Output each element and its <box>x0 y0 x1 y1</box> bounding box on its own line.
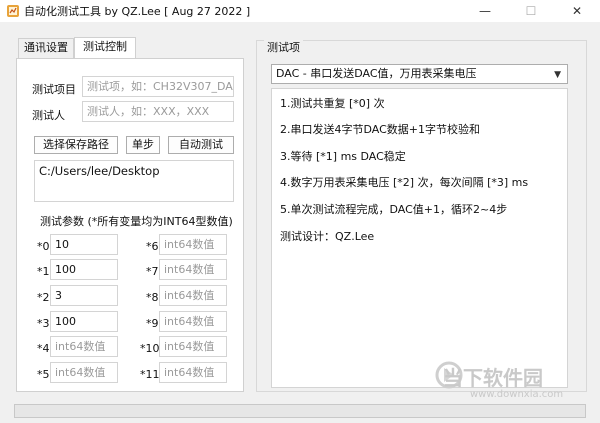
param-label-8: *8 <box>146 291 159 304</box>
minimize-button[interactable]: — <box>462 0 508 22</box>
param-label-7: *7 <box>146 265 159 278</box>
tab-comm-settings[interactable]: 通讯设置 <box>18 38 74 58</box>
desc-line-2: 2.串口发送4字节DAC数据+1字节校验和 <box>280 123 480 136</box>
project-input[interactable]: 测试项，如：CH32V307_DAC <box>82 76 234 97</box>
param-label-2: *2 <box>37 291 50 304</box>
param-input-7[interactable]: int64数值 <box>159 259 227 280</box>
param-input-4[interactable]: int64数值 <box>50 336 118 357</box>
test-items-group-title: 测试项 <box>264 39 303 55</box>
maximize-button[interactable]: ☐ <box>508 0 554 22</box>
desc-line-5: 5.单次测试流程完成，DAC值+1，循环2~4步 <box>280 203 508 216</box>
test-item-select-value: DAC - 串口发送DAC值，万用表采集电压 <box>276 67 477 80</box>
progress-bar <box>14 404 586 418</box>
param-input-3[interactable]: 100 <box>50 311 118 332</box>
test-item-select[interactable]: DAC - 串口发送DAC值，万用表采集电压 ▼ <box>271 64 568 84</box>
tab-test-control[interactable]: 测试控制 <box>74 37 136 58</box>
param-label-1: *1 <box>37 265 50 278</box>
watermark-url: www.downxia.com <box>470 389 564 400</box>
param-label-10: *10 <box>140 342 160 355</box>
params-heading: 测试参数 (*所有变量均为INT64型数值) <box>40 215 233 228</box>
param-input-8[interactable]: int64数值 <box>159 285 227 306</box>
choose-save-path-button[interactable]: 选择保存路径 <box>34 136 118 154</box>
step-button[interactable]: 单步 <box>126 136 160 154</box>
auto-test-button[interactable]: 自动测试 <box>168 136 234 154</box>
param-input-6[interactable]: int64数值 <box>159 234 227 255</box>
project-label: 测试项目 <box>32 83 76 96</box>
save-path-field[interactable]: C:/Users/lee/Desktop <box>34 160 234 202</box>
close-button[interactable]: ✕ <box>554 0 600 22</box>
param-label-4: *4 <box>37 342 50 355</box>
param-input-10[interactable]: int64数值 <box>159 336 227 357</box>
param-label-6: *6 <box>146 240 159 253</box>
chevron-down-icon: ▼ <box>554 70 561 80</box>
param-input-9[interactable]: int64数值 <box>159 311 227 332</box>
app-icon <box>7 5 19 17</box>
desc-line-6: 测试设计：QZ.Lee <box>280 230 375 243</box>
param-input-11[interactable]: int64数值 <box>159 362 227 383</box>
param-label-3: *3 <box>37 317 50 330</box>
param-label-9: *9 <box>146 317 159 330</box>
param-label-11: *11 <box>140 368 160 381</box>
desc-line-3: 3.等待 [*1] ms DAC稳定 <box>280 150 406 163</box>
tester-label: 测试人 <box>32 109 65 122</box>
window-title: 自动化测试工具 by QZ.Lee [ Aug 27 2022 ] <box>24 5 251 18</box>
param-input-5[interactable]: int64数值 <box>50 362 118 383</box>
param-label-0: *0 <box>37 240 50 253</box>
desc-line-1: 1.测试共重复 [*0] 次 <box>280 97 385 110</box>
desc-line-4: 4.数字万用表采集电压 [*2] 次，每次间隔 [*3] ms <box>280 176 529 189</box>
param-input-2[interactable]: 3 <box>50 285 118 306</box>
param-input-0[interactable]: 10 <box>50 234 118 255</box>
watermark-text: 当下软件园 <box>443 366 543 390</box>
param-input-1[interactable]: 100 <box>50 259 118 280</box>
tester-input[interactable]: 测试人，如：XXX，XXX <box>82 101 234 122</box>
param-label-5: *5 <box>37 368 50 381</box>
